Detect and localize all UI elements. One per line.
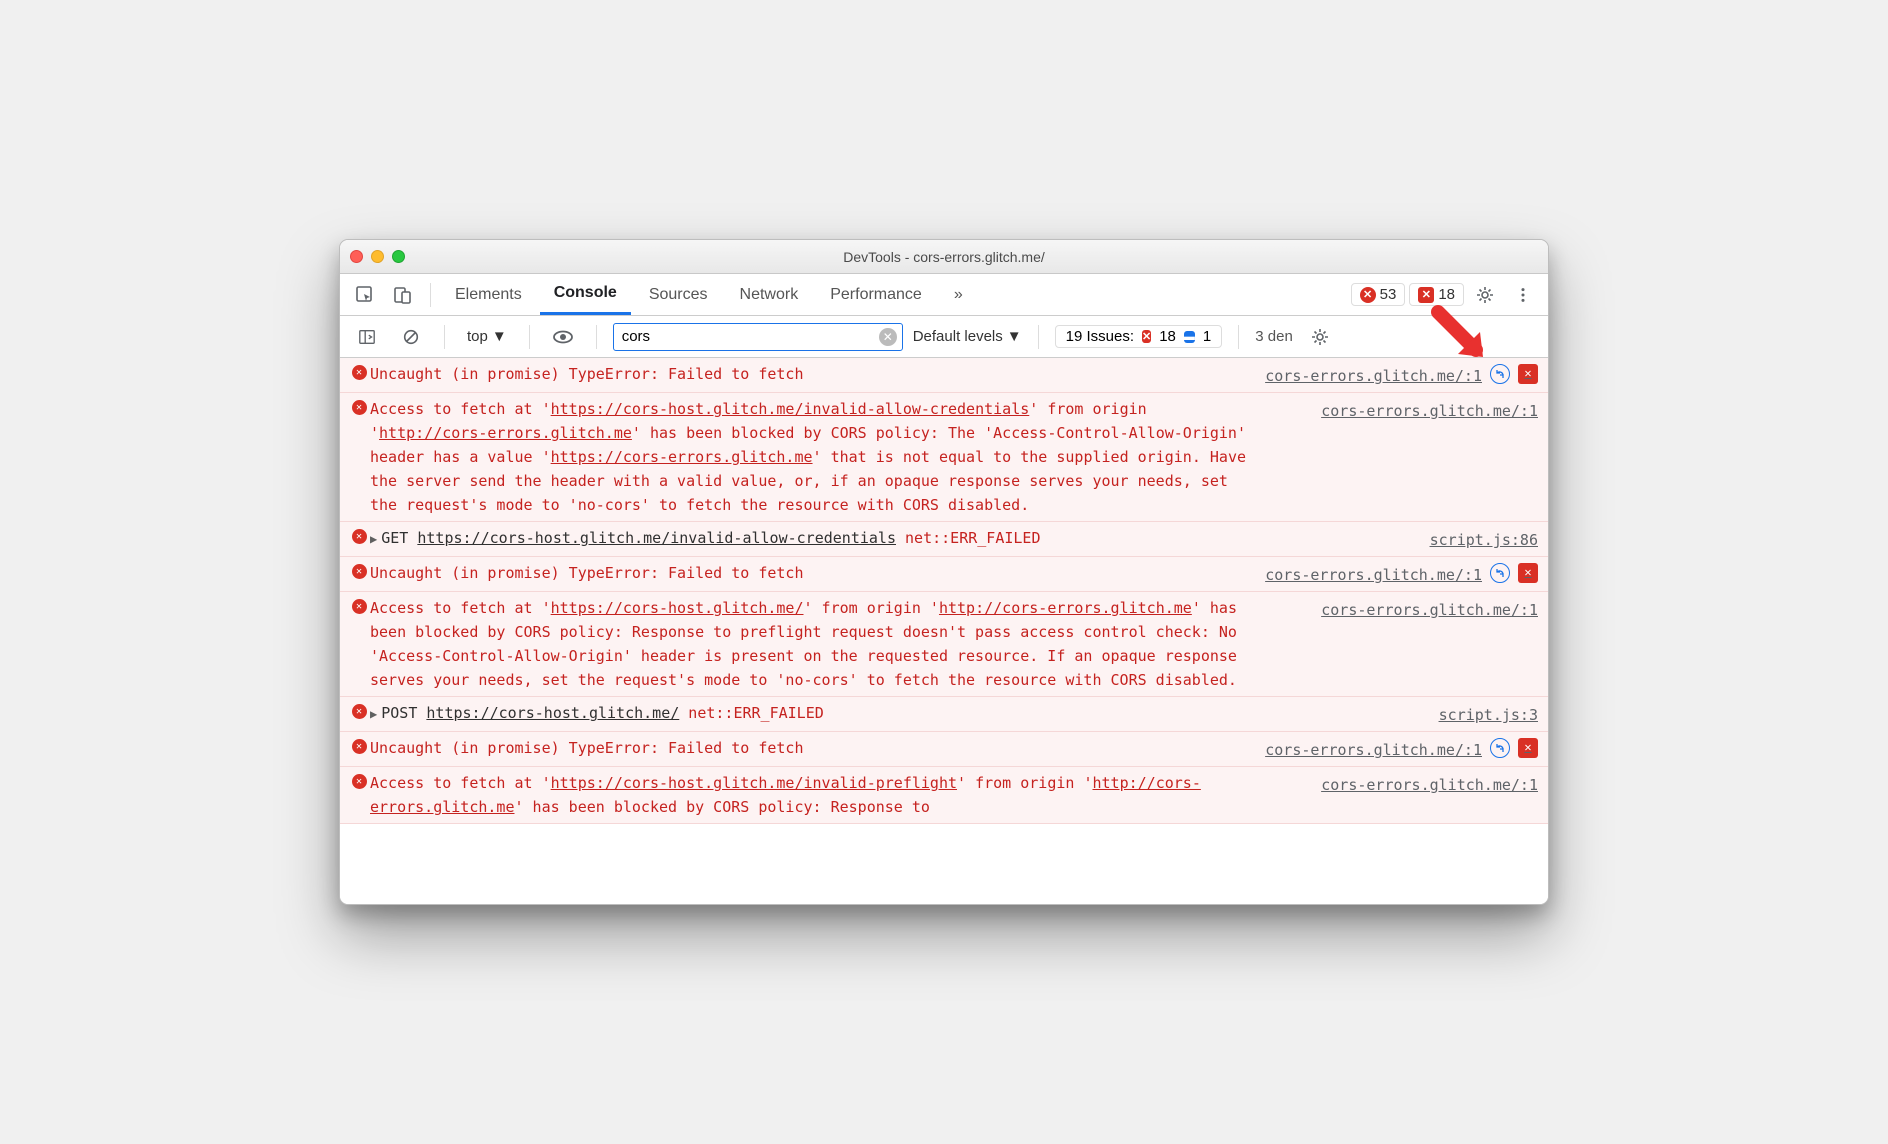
live-expression-icon[interactable] [546, 322, 580, 352]
expand-icon[interactable]: ▶ [370, 705, 377, 724]
tab-bar: Elements Console Sources Network Perform… [340, 274, 1548, 316]
tab-elements[interactable]: Elements [441, 274, 536, 315]
hidden-messages-label[interactable]: 3 den [1255, 328, 1293, 345]
error-icon: ✕ [1360, 287, 1376, 303]
separator [596, 325, 597, 349]
request-url[interactable]: https://cors-host.glitch.me/ [426, 704, 679, 722]
console-toolbar: top ▼ ✕ Default levels ▼ 19 Issues: ✕ 18… [340, 316, 1548, 358]
request-status: net::ERR_FAILED [688, 704, 823, 722]
console-message[interactable]: ✕▶POST https://cors-host.glitch.me/ net:… [340, 697, 1548, 732]
message-url[interactable]: https://cors-host.glitch.me/invalid-allo… [551, 400, 1030, 418]
error-circle-icon: ✕ [352, 704, 367, 719]
message-source-link[interactable]: cors-errors.glitch.me/:1 [1265, 738, 1482, 762]
separator [430, 283, 431, 307]
issue-error-icon: ✕ [1418, 287, 1434, 303]
tabs-overflow[interactable]: » [940, 274, 977, 315]
inspect-element-icon[interactable] [348, 280, 382, 310]
error-count: 53 [1380, 286, 1397, 303]
error-counter[interactable]: ✕ 53 [1351, 283, 1406, 306]
tab-sources[interactable]: Sources [635, 274, 722, 315]
issues-total-label: 19 Issues: [1066, 328, 1134, 345]
error-circle-icon: ✕ [352, 739, 367, 754]
error-circle-icon: ✕ [352, 599, 367, 614]
window-title: DevTools - cors-errors.glitch.me/ [340, 249, 1548, 265]
clear-console-icon[interactable] [394, 322, 428, 352]
message-source-link[interactable]: cors-errors.glitch.me/:1 [1321, 598, 1538, 622]
issues-box[interactable]: 19 Issues: ✕ 18 ▬ 1 [1055, 325, 1223, 348]
issues-errors: 18 [1159, 328, 1176, 345]
issue-link-icon[interactable]: ✕ [1518, 563, 1538, 583]
issue-info-icon: ▬ [1184, 331, 1195, 343]
console-message[interactable]: ✕Access to fetch at 'https://cors-host.g… [340, 592, 1548, 697]
console-message[interactable]: ✕Access to fetch at 'https://cors-host.g… [340, 767, 1548, 824]
message-url[interactable]: https://cors-host.glitch.me/invalid-pref… [551, 774, 957, 792]
window-titlebar: DevTools - cors-errors.glitch.me/ [340, 240, 1548, 274]
console-message[interactable]: ✕▶GET https://cors-host.glitch.me/invali… [340, 522, 1548, 557]
dropdown-icon: ▼ [492, 328, 507, 345]
request-method: POST [381, 704, 426, 722]
error-circle-icon: ✕ [352, 774, 367, 789]
device-toolbar-icon[interactable] [386, 280, 420, 310]
devtools-window: DevTools - cors-errors.glitch.me/ Elemen… [339, 239, 1549, 905]
separator [1038, 325, 1039, 349]
message-url[interactable]: https://cors-errors.glitch.me [551, 448, 813, 466]
console-message[interactable]: ✕Uncaught (in promise) TypeError: Failed… [340, 557, 1548, 592]
issue-count: 18 [1438, 286, 1455, 303]
console-settings-icon[interactable] [1303, 322, 1337, 352]
message-source-link[interactable]: script.js:3 [1439, 703, 1538, 727]
error-circle-icon: ✕ [352, 400, 367, 415]
separator [1238, 325, 1239, 349]
issue-link-icon[interactable]: ✕ [1518, 738, 1538, 758]
message-text: Uncaught (in promise) TypeError: Failed … [370, 564, 803, 582]
message-origin[interactable]: http://cors-errors.glitch.me [939, 599, 1192, 617]
dropdown-icon: ▼ [1007, 328, 1022, 345]
request-method: GET [381, 529, 417, 547]
expand-icon[interactable]: ▶ [370, 530, 377, 549]
message-origin[interactable]: http://cors-errors.glitch.me [379, 424, 632, 442]
issue-error-icon: ✕ [1142, 330, 1151, 343]
message-source-link[interactable]: cors-errors.glitch.me/:1 [1265, 563, 1482, 587]
tab-performance[interactable]: Performance [816, 274, 936, 315]
tab-console[interactable]: Console [540, 274, 631, 315]
message-url[interactable]: https://cors-host.glitch.me/ [551, 599, 804, 617]
clear-filter-icon[interactable]: ✕ [879, 328, 897, 346]
annotation-arrow-icon [1428, 302, 1498, 372]
console-message[interactable]: ✕Uncaught (in promise) TypeError: Failed… [340, 358, 1548, 393]
message-source-link[interactable]: script.js:86 [1430, 528, 1538, 552]
sidebar-toggle-icon[interactable] [350, 322, 384, 352]
console-message[interactable]: ✕Uncaught (in promise) TypeError: Failed… [340, 732, 1548, 767]
request-url[interactable]: https://cors-host.glitch.me/invalid-allo… [417, 529, 896, 547]
replay-xhr-icon[interactable] [1490, 563, 1510, 583]
error-circle-icon: ✕ [352, 365, 367, 380]
console-messages[interactable]: ✕Uncaught (in promise) TypeError: Failed… [340, 358, 1548, 904]
separator [444, 325, 445, 349]
more-menu-icon[interactable] [1506, 280, 1540, 310]
log-levels-selector[interactable]: Default levels ▼ [913, 328, 1022, 345]
separator [529, 325, 530, 349]
message-text: Uncaught (in promise) TypeError: Failed … [370, 739, 803, 757]
console-message[interactable]: ✕Access to fetch at 'https://cors-host.g… [340, 393, 1548, 522]
filter-input-wrap: ✕ [613, 323, 903, 351]
error-circle-icon: ✕ [352, 529, 367, 544]
tab-network[interactable]: Network [726, 274, 813, 315]
message-text: Uncaught (in promise) TypeError: Failed … [370, 365, 803, 383]
replay-xhr-icon[interactable] [1490, 738, 1510, 758]
context-label: top [467, 328, 488, 345]
message-source-link[interactable]: cors-errors.glitch.me/:1 [1321, 399, 1538, 423]
request-status: net::ERR_FAILED [905, 529, 1040, 547]
error-circle-icon: ✕ [352, 564, 367, 579]
levels-label: Default levels [913, 328, 1003, 345]
issue-link-icon[interactable]: ✕ [1518, 364, 1538, 384]
filter-input[interactable] [613, 323, 903, 351]
issues-info: 1 [1203, 328, 1211, 345]
context-selector[interactable]: top ▼ [461, 325, 513, 348]
message-source-link[interactable]: cors-errors.glitch.me/:1 [1321, 773, 1538, 797]
